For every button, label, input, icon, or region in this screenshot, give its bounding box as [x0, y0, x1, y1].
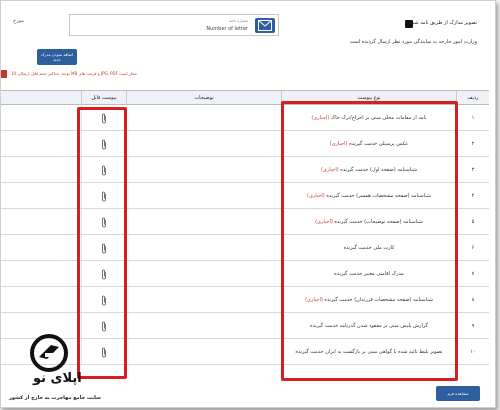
letter-checkbox-label: تصویر مدارک از طریق نامه شماره	[404, 20, 477, 26]
logo-mark-icon	[30, 334, 68, 372]
header-description: توضیحات	[126, 91, 281, 105]
description-cell[interactable]	[126, 209, 281, 235]
empty-cell	[1, 235, 81, 261]
empty-cell	[1, 209, 81, 235]
empty-cell	[1, 183, 81, 209]
description-cell[interactable]	[126, 105, 281, 131]
row-number: ۵	[456, 209, 489, 235]
empty-cell	[1, 105, 81, 131]
empty-cell	[1, 287, 81, 313]
row-number: ۱	[456, 105, 489, 131]
letter-number-title: شماره نامه	[229, 18, 248, 23]
logo-tagline: سایت جامع مهاجرت به خارج از کشور	[9, 395, 101, 401]
description-cell[interactable]	[126, 157, 281, 183]
row-number: ۷	[456, 261, 489, 287]
row-number: ۶	[456, 235, 489, 261]
empty-cell	[1, 157, 81, 183]
header-attachment: پیوست فایل	[81, 91, 126, 105]
logo-name: اپلای نو	[33, 371, 82, 386]
row-number: ۲	[456, 131, 489, 157]
row-number: ۹	[456, 313, 489, 339]
notice-text: وزارت امور خارجه به نمایندگی مورد نظر ار…	[349, 39, 477, 45]
header-empty	[1, 91, 81, 105]
description-cell[interactable]	[126, 235, 281, 261]
page-frame: مورخ شماره نامه Number of letter تصویر م…	[0, 0, 496, 408]
description-cell[interactable]	[126, 261, 281, 287]
add-document-button[interactable]: اضافه نمودن مدرک جدید	[37, 49, 77, 65]
row-number: ۱۰	[456, 339, 489, 365]
description-cell[interactable]	[126, 183, 281, 209]
description-cell[interactable]	[126, 287, 281, 313]
empty-cell	[1, 131, 81, 157]
date-label: مورخ	[13, 18, 24, 24]
letter-number-value: Number of letter	[206, 26, 248, 32]
warning-marker	[1, 70, 7, 78]
view-form-button[interactable]: مشاهده فرم	[436, 386, 480, 401]
description-cell[interactable]	[126, 339, 281, 365]
description-cell[interactable]	[126, 131, 281, 157]
doc-type-column-highlight	[281, 101, 458, 381]
header-strip: مورخ شماره نامه Number of letter تصویر م…	[9, 10, 487, 40]
description-cell[interactable]	[126, 313, 281, 339]
header-row-number: ردیف	[456, 91, 489, 105]
letter-number-field[interactable]: شماره نامه Number of letter	[69, 14, 279, 36]
row-number: ۴	[456, 183, 489, 209]
row-number: ۸	[456, 287, 489, 313]
row-number: ۳	[456, 157, 489, 183]
mail-icon[interactable]	[255, 18, 275, 33]
empty-cell	[1, 261, 81, 287]
applyno-logo: اپلای نو سایت جامع مهاجرت به خارج از کشو…	[9, 333, 119, 407]
warning-text: توجه: حداکثر حجم فایل ارسالی 10 MB و فرم…	[11, 71, 137, 76]
